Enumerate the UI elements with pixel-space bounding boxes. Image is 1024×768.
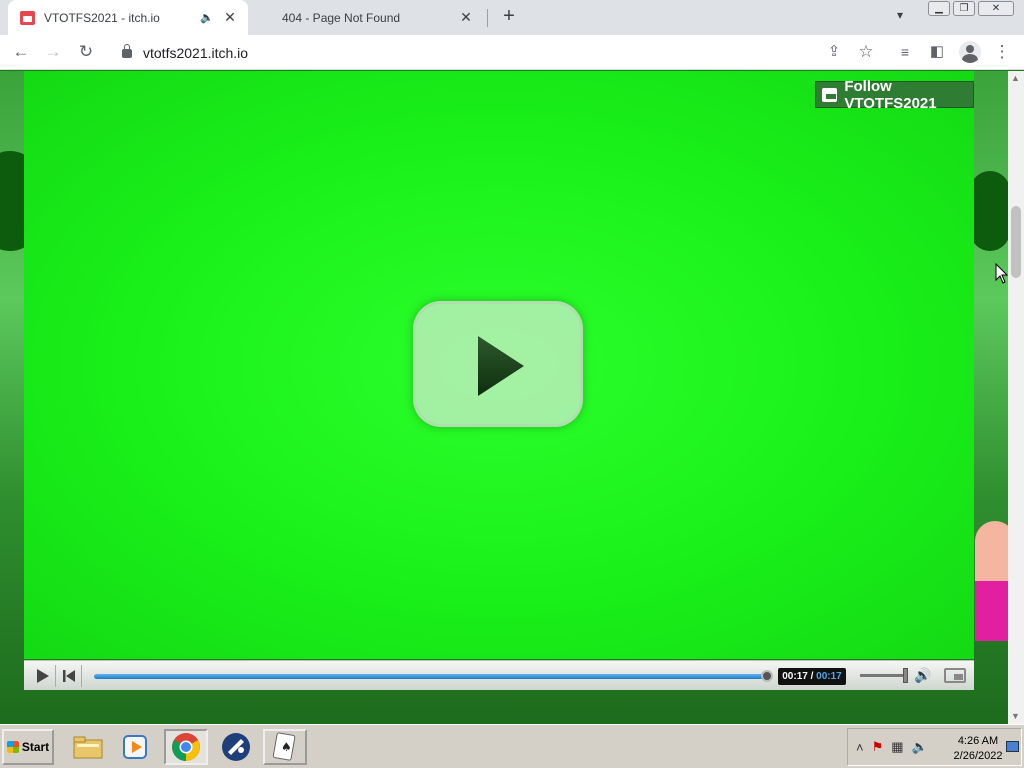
- media-control-icon[interactable]: ≡: [894, 41, 916, 63]
- share-icon[interactable]: ⇪: [823, 41, 845, 63]
- new-tab-button[interactable]: +: [499, 5, 519, 28]
- background-character-art: [975, 581, 1008, 641]
- solitaire-icon[interactable]: ♠: [263, 729, 307, 765]
- clock[interactable]: 4:26 AM 2/26/2022: [948, 734, 1008, 764]
- tray-expand-chevron-icon[interactable]: ˄: [856, 740, 864, 755]
- maximize-button[interactable]: ❐: [953, 1, 975, 16]
- tab-search-chevron-icon[interactable]: ▾: [897, 8, 903, 22]
- tab-vtotfs2021[interactable]: VTOTFS2021 - itch.io 🔈 ✕: [8, 0, 248, 35]
- forward-arrow-icon[interactable]: →: [42, 41, 64, 63]
- tab-strip: VTOTFS2021 - itch.io 🔈 ✕ 404 - Page Not …: [0, 0, 1024, 35]
- svg-text:♠: ♠: [281, 740, 292, 754]
- page-scrollbar[interactable]: ▲ ▼: [1008, 71, 1024, 724]
- file-explorer-icon[interactable]: [66, 729, 110, 765]
- address-bar[interactable]: vtotfs2021.itch.io: [110, 39, 890, 67]
- close-window-button[interactable]: ✕: [978, 1, 1014, 16]
- lock-icon[interactable]: [122, 43, 132, 58]
- speaker-icon[interactable]: 🔈: [200, 11, 214, 24]
- clock-time: 4:26 AM: [957, 735, 999, 747]
- scroll-down-arrow-icon[interactable]: ▼: [1011, 711, 1020, 721]
- kebab-menu-icon[interactable]: ⋮: [991, 41, 1013, 63]
- media-player-icon[interactable]: [114, 729, 158, 765]
- itchio-favicon-icon: [20, 10, 35, 25]
- play-triangle-icon: [478, 336, 524, 396]
- network-icon[interactable]: ▦: [891, 739, 903, 755]
- taskbar: Start ♠ ˄ ⚑ ▦ 🔈 4:26 AM 2/26/2022: [0, 724, 1024, 768]
- scroll-up-arrow-icon[interactable]: ▲: [1011, 73, 1020, 83]
- action-center-flag-icon[interactable]: ⚑: [872, 739, 884, 755]
- url-text[interactable]: vtotfs2021.itch.io: [143, 45, 248, 61]
- video-player[interactable]: Follow VTOTFS2021: [24, 71, 974, 659]
- bookmark-star-icon[interactable]: ☆: [855, 41, 877, 63]
- itchio-logo-icon: [822, 87, 838, 102]
- skip-back-icon[interactable]: [56, 664, 82, 687]
- volume-slider[interactable]: [860, 674, 906, 677]
- reload-icon[interactable]: ↻: [75, 41, 97, 63]
- system-tray: ˄ ⚑ ▦ 🔈 4:26 AM 2/26/2022: [847, 728, 1022, 766]
- start-button[interactable]: Start: [2, 729, 54, 765]
- mouse-cursor-icon: [995, 263, 1009, 284]
- windows-logo-icon: [6, 741, 19, 753]
- time-display: 00:17 / 00:17: [778, 668, 846, 685]
- network-tool-icon[interactable]: [214, 729, 258, 765]
- browser-toolbar: ← → ↻ vtotfs2021.itch.io ⇪ ☆ ≡ ◧ ⋮: [0, 35, 1024, 70]
- volume-handle[interactable]: [903, 668, 908, 683]
- big-play-button[interactable]: [413, 301, 583, 427]
- scroll-thumb[interactable]: [1011, 206, 1021, 278]
- volume-tray-icon[interactable]: 🔈: [912, 739, 928, 755]
- fullscreen-icon[interactable]: [944, 668, 966, 683]
- seek-bar[interactable]: [94, 674, 766, 679]
- minimize-button[interactable]: ▁: [928, 1, 950, 16]
- tab-title: VTOTFS2021 - itch.io: [44, 10, 160, 25]
- clock-date: 2/26/2022: [953, 750, 1003, 762]
- tab-separator: [487, 9, 488, 27]
- page-content: Follow VTOTFS2021 00:17 / 00:17 🔊: [0, 71, 1008, 724]
- show-desktop-icon[interactable]: [1006, 741, 1019, 752]
- seek-handle[interactable]: [761, 670, 773, 682]
- background-art: [970, 171, 1008, 251]
- duration-time: 00:17: [816, 671, 842, 682]
- volume-icon[interactable]: 🔊: [914, 667, 931, 684]
- tab-404[interactable]: 404 - Page Not Found ✕: [252, 0, 488, 35]
- tab-close-icon[interactable]: ✕: [456, 9, 476, 26]
- follow-button[interactable]: Follow VTOTFS2021: [815, 78, 974, 112]
- chrome-icon[interactable]: [164, 729, 208, 765]
- start-label: Start: [21, 740, 50, 754]
- play-icon[interactable]: [30, 664, 56, 687]
- tab-close-icon[interactable]: ✕: [220, 9, 240, 26]
- profile-avatar-icon[interactable]: [959, 41, 981, 63]
- player-controls: 00:17 / 00:17 🔊: [24, 660, 974, 690]
- current-time: 00:17: [782, 671, 808, 682]
- follow-label: Follow VTOTFS2021: [844, 77, 937, 112]
- side-panel-icon[interactable]: ◧: [926, 41, 948, 63]
- time-separator: /: [810, 671, 814, 682]
- back-arrow-icon[interactable]: ←: [10, 41, 32, 63]
